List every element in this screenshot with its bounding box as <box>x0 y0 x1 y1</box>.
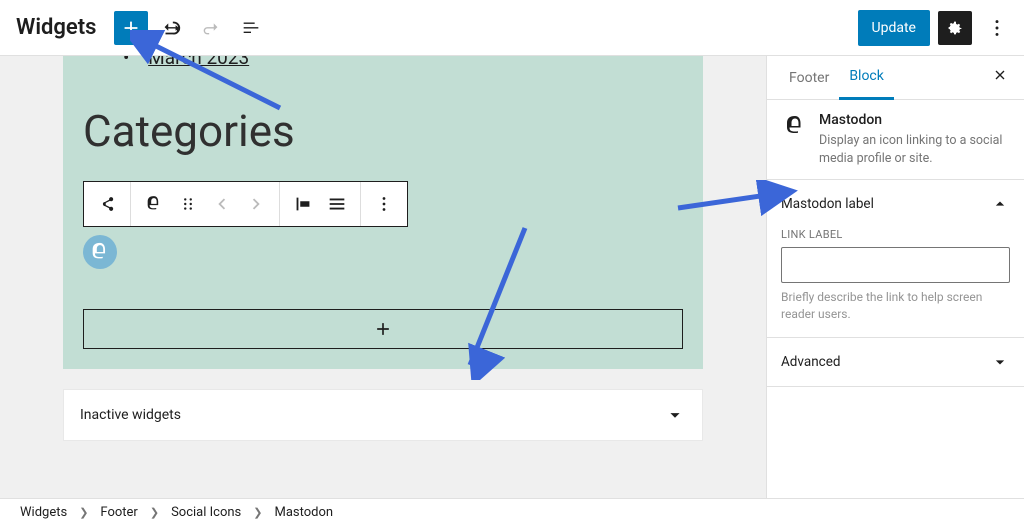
chevron-down-icon <box>664 404 686 426</box>
update-button[interactable]: Update <box>858 10 930 46</box>
drag-icon <box>177 193 199 215</box>
options-button[interactable] <box>980 11 1014 45</box>
mastodon-social-icon[interactable] <box>83 235 117 269</box>
block-card: Mastodon Display an icon linking to a so… <box>767 100 1024 180</box>
justify-icon <box>326 193 348 215</box>
redo-button[interactable] <box>194 11 228 45</box>
move-left-button[interactable] <box>205 187 239 221</box>
redo-icon <box>200 17 222 39</box>
parent-block-button[interactable] <box>90 187 124 221</box>
link-label-input[interactable] <box>781 247 1010 283</box>
toolbar-left-group <box>114 11 268 45</box>
move-right-button[interactable] <box>239 187 273 221</box>
plus-icon <box>373 319 393 339</box>
close-sidebar-button[interactable] <box>988 63 1012 92</box>
link-label-help: Briefly describe the link to help screen… <box>781 289 1010 323</box>
footer-widget-area: March 2023 Categories <box>63 56 703 369</box>
crumb-widgets[interactable]: Widgets <box>20 505 67 520</box>
block-toolbar <box>83 181 408 227</box>
chevron-down-icon <box>990 352 1010 372</box>
link-label-caption: LINK LABEL <box>781 228 1010 241</box>
plus-icon <box>120 17 142 39</box>
chevron-right-icon: ❯ <box>79 506 88 519</box>
add-block-button[interactable] <box>114 11 148 45</box>
top-toolbar: Widgets Update <box>0 0 1024 56</box>
page-title: Widgets <box>10 15 96 40</box>
mastodon-icon <box>781 112 809 140</box>
label-panel: Mastodon label LINK LABEL Briefly descri… <box>767 180 1024 338</box>
chevron-right-icon: ❯ <box>253 506 262 519</box>
add-block-appender[interactable] <box>83 309 683 349</box>
block-type-button[interactable] <box>137 187 171 221</box>
more-vertical-icon <box>986 17 1008 39</box>
mastodon-icon <box>143 193 165 215</box>
undo-icon <box>160 17 182 39</box>
share-icon <box>96 193 118 215</box>
block-options-button[interactable] <box>367 187 401 221</box>
list-view-icon <box>240 17 262 39</box>
breadcrumb-bar: Widgets ❯ Footer ❯ Social Icons ❯ Mastod… <box>0 498 1024 525</box>
advanced-panel-header[interactable]: Advanced <box>767 338 1024 386</box>
inactive-widgets-panel[interactable]: Inactive widgets <box>63 389 703 441</box>
inactive-widgets-label: Inactive widgets <box>80 407 181 423</box>
settings-button[interactable] <box>938 11 972 45</box>
align-button[interactable] <box>286 187 320 221</box>
label-panel-header[interactable]: Mastodon label <box>767 180 1024 228</box>
block-card-title: Mastodon <box>819 112 1010 128</box>
sidebar-tabs: Footer Block <box>767 56 1024 100</box>
main-area: March 2023 Categories <box>0 56 1024 498</box>
archive-link[interactable]: March 2023 <box>148 56 249 69</box>
drag-handle[interactable] <box>171 187 205 221</box>
chevron-right-icon <box>245 193 267 215</box>
settings-sidebar: Footer Block Mastodon Display an icon li… <box>766 56 1024 498</box>
block-card-description: Display an icon linking to a social medi… <box>819 132 1010 167</box>
crumb-footer[interactable]: Footer <box>100 505 137 520</box>
align-left-icon <box>292 193 314 215</box>
crumb-mastodon[interactable]: Mastodon <box>274 505 333 520</box>
close-icon <box>992 67 1008 83</box>
tab-footer[interactable]: Footer <box>779 56 839 100</box>
chevron-up-icon <box>990 194 1010 214</box>
label-panel-title: Mastodon label <box>781 196 874 212</box>
tab-block[interactable]: Block <box>839 56 894 100</box>
chevron-left-icon <box>211 193 233 215</box>
categories-heading: Categories <box>83 69 683 181</box>
gear-icon <box>944 17 966 39</box>
advanced-panel-title: Advanced <box>781 354 841 370</box>
toolbar-right-group: Update <box>858 10 1014 46</box>
archive-list-item: March 2023 <box>83 56 683 69</box>
justify-button[interactable] <box>320 187 354 221</box>
undo-button[interactable] <box>154 11 188 45</box>
editor-canvas: March 2023 Categories <box>0 56 766 498</box>
chevron-right-icon: ❯ <box>150 506 159 519</box>
list-view-button[interactable] <box>234 11 268 45</box>
mastodon-icon <box>89 241 111 263</box>
advanced-panel: Advanced <box>767 338 1024 387</box>
crumb-social-icons[interactable]: Social Icons <box>171 505 241 520</box>
more-vertical-icon <box>373 193 395 215</box>
